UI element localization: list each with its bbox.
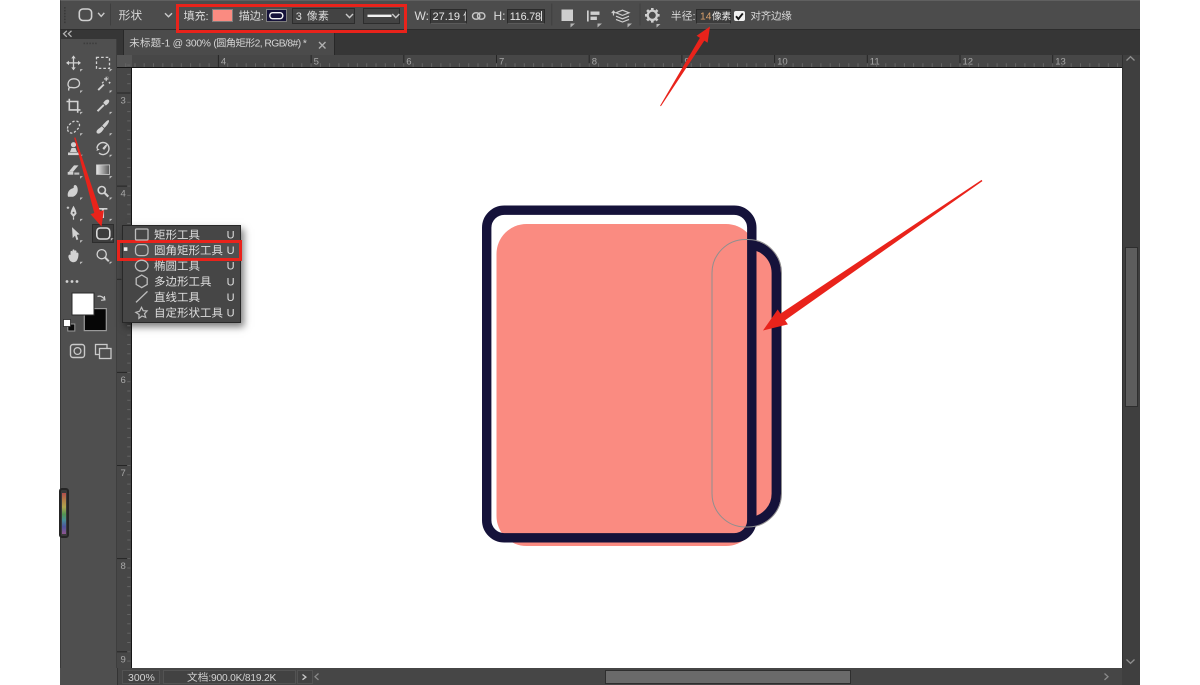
svg-text:3: 3 xyxy=(296,11,302,23)
svg-text:U: U xyxy=(227,230,235,242)
svg-text:27.19: 27.19 xyxy=(433,11,461,23)
svg-text:12: 12 xyxy=(963,56,974,67)
svg-text:2, RGB/8#) *: 2, RGB/8#) * xyxy=(255,39,307,50)
svg-text:6: 6 xyxy=(406,56,411,67)
svg-text:5: 5 xyxy=(314,56,319,67)
svg-text:U: U xyxy=(227,292,235,304)
svg-text:116.78: 116.78 xyxy=(510,11,541,23)
svg-text::: : xyxy=(206,11,209,23)
svg-text:8: 8 xyxy=(121,561,126,572)
svg-text:7: 7 xyxy=(121,468,126,479)
svg-text:14: 14 xyxy=(700,12,712,23)
svg-text:3: 3 xyxy=(121,96,126,107)
svg-text:4: 4 xyxy=(121,189,126,200)
svg-text:11: 11 xyxy=(870,56,880,67)
svg-text::900.0K/819.2K: :900.0K/819.2K xyxy=(208,673,276,684)
svg-text:8: 8 xyxy=(592,56,597,67)
svg-text:7: 7 xyxy=(499,56,504,67)
svg-text:U: U xyxy=(227,245,235,257)
svg-text:W:: W: xyxy=(415,9,429,23)
svg-text:10: 10 xyxy=(777,56,788,67)
svg-text:U: U xyxy=(227,276,235,288)
svg-text:6: 6 xyxy=(121,375,126,386)
svg-text:H:: H: xyxy=(494,9,506,23)
svg-text:U: U xyxy=(227,261,235,273)
svg-text:U: U xyxy=(227,308,235,320)
svg-text:9: 9 xyxy=(121,654,126,665)
svg-text::: : xyxy=(261,11,264,23)
svg-text:-1 @ 300% (: -1 @ 300% ( xyxy=(161,39,217,50)
svg-text:4: 4 xyxy=(221,56,226,67)
svg-text:300%: 300% xyxy=(128,672,155,684)
svg-text::: : xyxy=(693,11,696,23)
svg-text:13: 13 xyxy=(1055,56,1066,67)
